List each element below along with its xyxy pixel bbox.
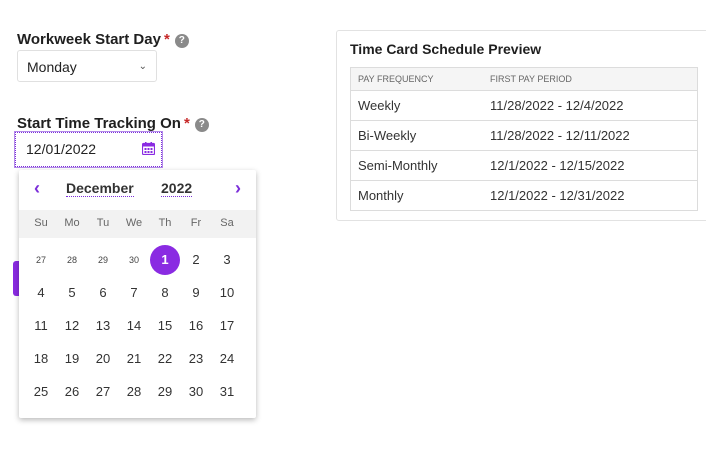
calendar-day[interactable]: 4 <box>26 278 56 308</box>
calendar-day[interactable]: 11 <box>26 311 56 341</box>
calendar-day[interactable]: 27 <box>88 377 118 407</box>
weekday-header-row: Su Mo Tu We Th Fr Sa <box>19 210 256 238</box>
table-row: Monthly 12/1/2022 - 12/31/2022 <box>351 180 697 210</box>
weekday-label: Su <box>34 217 48 229</box>
calendar-day[interactable]: 31 <box>212 377 242 407</box>
calendar-day[interactable]: 27 <box>26 245 56 275</box>
help-icon[interactable]: ? <box>174 34 189 48</box>
start-tracking-date-input[interactable]: 12/01/2022 <box>14 131 163 168</box>
weekday-label: Sa <box>220 217 234 229</box>
date-picker-calendar: ‹ December 2022 › Su Mo Tu We Th Fr Sa 27 28 29 3… <box>19 170 256 418</box>
chevron-down-icon: ⌄ <box>138 61 147 72</box>
pay-period-table: PAY FREQUENCY FIRST PAY PERIOD Weekly 11… <box>350 67 698 211</box>
column-header-pay-frequency: PAY FREQUENCY <box>358 74 434 84</box>
calendar-day[interactable]: 12 <box>57 311 87 341</box>
calendar-day[interactable]: 5 <box>57 278 87 308</box>
table-row: Bi-Weekly 11/28/2022 - 12/11/2022 <box>351 120 697 150</box>
calendar-day[interactable]: 2 <box>181 245 211 275</box>
calendar-day[interactable]: 19 <box>57 344 87 374</box>
calendar-day[interactable]: 30 <box>119 245 149 275</box>
help-icon[interactable]: ? <box>194 118 209 132</box>
first-pay-period-cell: 12/1/2022 - 12/31/2022 <box>490 188 625 203</box>
year-selector[interactable]: 2022 <box>161 180 193 197</box>
calendar-day[interactable]: 26 <box>57 377 87 407</box>
workweek-select-value: Monday <box>27 59 77 75</box>
calendar-day[interactable]: 15 <box>150 311 180 341</box>
calendar-day[interactable]: 18 <box>26 344 56 374</box>
table-header-row: PAY FREQUENCY FIRST PAY PERIOD <box>351 68 697 90</box>
calendar-day[interactable]: 8 <box>150 278 180 308</box>
calendar-day[interactable]: 21 <box>119 344 149 374</box>
weekday-label: Mo <box>64 217 80 229</box>
calendar-day[interactable]: 28 <box>57 245 87 275</box>
pay-frequency-cell: Semi-Monthly <box>358 158 438 173</box>
month-selector[interactable]: December <box>66 180 134 197</box>
previous-month-button[interactable]: ‹ <box>34 178 40 199</box>
time-card-schedule-preview: Time Card Schedule Preview PAY FREQUENCY… <box>336 30 706 221</box>
calendar-icon[interactable] <box>142 142 155 155</box>
calendar-day[interactable]: 6 <box>88 278 118 308</box>
start-tracking-label-text: Start Time Tracking On <box>17 115 181 132</box>
start-tracking-label: Start Time Tracking On *? <box>17 115 209 132</box>
calendar-day[interactable]: 7 <box>119 278 149 308</box>
pay-frequency-cell: Bi-Weekly <box>358 128 417 143</box>
calendar-day[interactable]: 17 <box>212 311 242 341</box>
first-pay-period-cell: 12/1/2022 - 12/15/2022 <box>490 158 625 173</box>
calendar-day[interactable]: 25 <box>26 377 56 407</box>
workweek-start-label: Workweek Start Day *? <box>17 31 189 48</box>
calendar-day[interactable]: 14 <box>119 311 149 341</box>
calendar-day[interactable]: 16 <box>181 311 211 341</box>
table-row: Weekly 11/28/2022 - 12/4/2022 <box>351 90 697 120</box>
required-marker: * <box>163 31 170 48</box>
calendar-day[interactable]: 29 <box>88 245 118 275</box>
weekday-label: Fr <box>190 217 202 229</box>
calendar-day-selected[interactable]: 1 <box>150 245 180 275</box>
table-row: Semi-Monthly 12/1/2022 - 12/15/2022 <box>351 150 697 180</box>
calendar-day[interactable]: 30 <box>181 377 211 407</box>
workweek-label-text: Workweek Start Day <box>17 31 161 48</box>
weekday-label: Tu <box>96 217 110 229</box>
calendar-day[interactable]: 3 <box>212 245 242 275</box>
pay-frequency-cell: Monthly <box>358 188 404 203</box>
calendar-day[interactable]: 29 <box>150 377 180 407</box>
calendar-header: ‹ December 2022 › <box>19 170 256 208</box>
first-pay-period-cell: 11/28/2022 - 12/4/2022 <box>490 98 624 113</box>
calendar-day[interactable]: 23 <box>181 344 211 374</box>
first-pay-period-cell: 11/28/2022 - 12/11/2022 <box>490 128 630 143</box>
calendar-day[interactable]: 28 <box>119 377 149 407</box>
next-month-button[interactable]: › <box>235 178 241 199</box>
calendar-day[interactable]: 22 <box>150 344 180 374</box>
date-input-value: 12/01/2022 <box>26 141 97 157</box>
calendar-day[interactable]: 13 <box>88 311 118 341</box>
calendar-day[interactable]: 9 <box>181 278 211 308</box>
workweek-start-select[interactable]: Monday ⌄ <box>17 50 157 82</box>
calendar-day[interactable]: 10 <box>212 278 242 308</box>
calendar-day[interactable]: 24 <box>212 344 242 374</box>
calendar-day[interactable]: 20 <box>88 344 118 374</box>
column-header-first-pay-period: FIRST PAY PERIOD <box>490 74 572 84</box>
preview-title: Time Card Schedule Preview <box>350 41 542 57</box>
weekday-label: Th <box>158 217 172 229</box>
required-marker: * <box>183 115 190 132</box>
pay-frequency-cell: Weekly <box>358 98 401 113</box>
weekday-label: We <box>125 217 143 229</box>
